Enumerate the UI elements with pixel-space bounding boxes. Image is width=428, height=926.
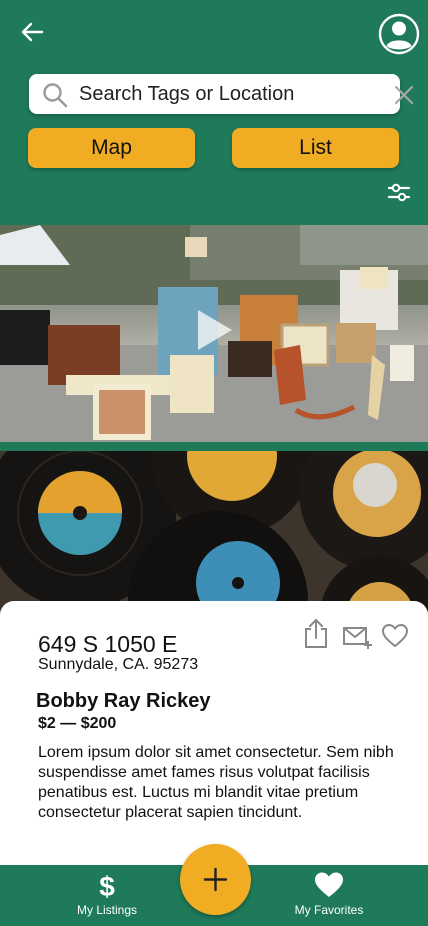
listing-photo-yard-sale[interactable] — [0, 225, 428, 442]
tab-map[interactable]: Map — [28, 128, 195, 168]
search-input[interactable] — [79, 74, 359, 114]
yard-sale-furniture-photo — [0, 225, 428, 442]
listing-description: Lorem ipsum dolor sit amet consectetur. … — [38, 744, 394, 821]
add-listing-button[interactable] — [180, 844, 251, 915]
dollar-icon: $ — [99, 871, 115, 899]
nav-my-listings-label: My Listings — [76, 903, 138, 917]
user-circle-icon[interactable] — [378, 13, 420, 55]
top-bar: Map List — [0, 0, 428, 225]
search-bar — [29, 74, 414, 114]
nav-my-listings[interactable]: $ My Listings — [62, 865, 152, 926]
address-line-2: Sunnydale, CA. 95273 — [38, 656, 199, 673]
heart-filled-icon — [315, 872, 343, 897]
vinyl-records-photo — [0, 451, 428, 611]
nav-my-favorites[interactable]: My Favorites — [280, 865, 378, 926]
listing-photo-records[interactable] — [0, 451, 428, 611]
seller-name: Bobby Ray Rickey — [36, 690, 211, 712]
address-line-1: 649 S 1050 E — [38, 631, 178, 657]
sliders-icon[interactable] — [386, 181, 412, 205]
svg-text:$: $ — [99, 871, 115, 899]
share-icon[interactable] — [302, 617, 330, 649]
plus-icon — [203, 867, 228, 892]
listing-divider — [0, 442, 428, 451]
listing-card[interactable]: 649 S 1050 E Sunnydale, CA. 95273 Bobby … — [0, 601, 428, 865]
magnifier-icon — [43, 83, 68, 108]
mail-plus-icon[interactable] — [342, 625, 372, 651]
close-icon[interactable] — [391, 82, 417, 108]
price-range: $2 — $200 — [38, 715, 117, 732]
arrow-left-icon[interactable] — [18, 18, 46, 46]
nav-my-favorites-label: My Favorites — [294, 903, 364, 917]
tab-list[interactable]: List — [232, 128, 399, 168]
heart-outline-icon[interactable] — [381, 623, 409, 649]
